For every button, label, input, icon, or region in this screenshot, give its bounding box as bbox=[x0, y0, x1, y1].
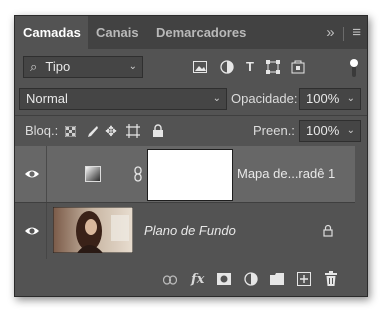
lock-all-icon[interactable] bbox=[152, 124, 164, 138]
panel-menu-icon[interactable]: ≡ bbox=[352, 24, 361, 41]
divider bbox=[46, 203, 47, 259]
layer-name[interactable]: Mapa de...radê 1 bbox=[237, 166, 335, 182]
new-layer-icon[interactable] bbox=[297, 272, 311, 286]
panel-menu-controls: » ≡ bbox=[326, 16, 361, 49]
link-layers-icon[interactable] bbox=[163, 275, 177, 285]
chevron-down-icon: ⌄ bbox=[346, 125, 355, 136]
filter-kind-value: Tipo bbox=[45, 59, 71, 74]
layer-row-gradient-map[interactable]: Mapa de...radê 1 bbox=[15, 146, 355, 202]
divider bbox=[46, 146, 47, 202]
fill-label: Preen.: bbox=[253, 123, 295, 138]
chevron-down-icon: ⌄ bbox=[128, 61, 137, 72]
new-adjustment-icon[interactable] bbox=[244, 272, 258, 286]
opacity-input[interactable]: 100% ⌄ bbox=[299, 88, 361, 110]
lock-position-icon[interactable]: ✥ bbox=[104, 120, 118, 142]
lock-image-pixels-icon[interactable] bbox=[85, 125, 98, 138]
blend-row: Normal ⌄ Opacidade: 100% ⌄ bbox=[15, 88, 367, 118]
tab-camadas[interactable]: Camadas bbox=[15, 16, 88, 49]
filter-row: ⌕ Tipo ⌄ T bbox=[15, 56, 367, 86]
layer-row-background[interactable]: Plano de Fundo bbox=[15, 203, 355, 259]
eye-icon[interactable] bbox=[24, 166, 40, 182]
chevron-down-icon: ⌄ bbox=[212, 93, 221, 104]
filter-kind-select[interactable]: ⌕ Tipo ⌄ bbox=[23, 56, 143, 78]
photo-thumbnail[interactable] bbox=[53, 207, 133, 253]
tab-bar: Camadas Canais Demarcadores » ≡ bbox=[15, 16, 367, 49]
lock-transparent-icon[interactable] bbox=[65, 126, 76, 137]
tab-canais[interactable]: Canais bbox=[88, 16, 148, 49]
eye-icon[interactable] bbox=[24, 223, 40, 239]
fill-input[interactable]: 100% ⌄ bbox=[299, 120, 361, 142]
layer-mask-thumbnail[interactable] bbox=[147, 149, 233, 201]
lock-artboard-icon[interactable] bbox=[126, 124, 140, 138]
opacity-value: 100% bbox=[306, 91, 340, 106]
add-mask-icon[interactable] bbox=[217, 273, 231, 285]
opacity-label: Opacidade: bbox=[231, 91, 298, 106]
smart-object-filter-icon[interactable] bbox=[291, 60, 305, 74]
fx-icon[interactable]: fx bbox=[191, 272, 204, 288]
blend-mode-value: Normal bbox=[26, 91, 68, 106]
lock-icon bbox=[323, 224, 333, 237]
layers-footer: fx bbox=[15, 266, 367, 296]
blend-mode-select[interactable]: Normal ⌄ bbox=[19, 88, 227, 110]
type-filter-icon[interactable]: T bbox=[243, 56, 257, 78]
divider bbox=[15, 115, 367, 116]
link-chain-icon[interactable] bbox=[133, 166, 143, 182]
lock-label: Bloq.: bbox=[25, 123, 59, 138]
search-icon: ⌕ bbox=[30, 59, 38, 74]
chevron-down-icon: ⌄ bbox=[346, 93, 355, 104]
gradient-map-adjustment-icon bbox=[85, 166, 101, 182]
shape-filter-icon[interactable] bbox=[266, 60, 280, 74]
layers-panel: Camadas Canais Demarcadores » ≡ ⌕ Tipo ⌄… bbox=[14, 15, 368, 297]
fill-value: 100% bbox=[306, 123, 340, 138]
collapse-icon[interactable]: » bbox=[326, 24, 334, 41]
trash-icon[interactable] bbox=[325, 271, 337, 286]
folder-icon[interactable] bbox=[270, 273, 284, 285]
image-filter-icon[interactable] bbox=[193, 61, 207, 73]
layer-name[interactable]: Plano de Fundo bbox=[144, 223, 236, 239]
tab-demarcadores[interactable]: Demarcadores bbox=[148, 16, 258, 49]
adjustment-filter-icon[interactable] bbox=[220, 60, 234, 74]
filter-toggle-icon[interactable] bbox=[349, 58, 359, 78]
